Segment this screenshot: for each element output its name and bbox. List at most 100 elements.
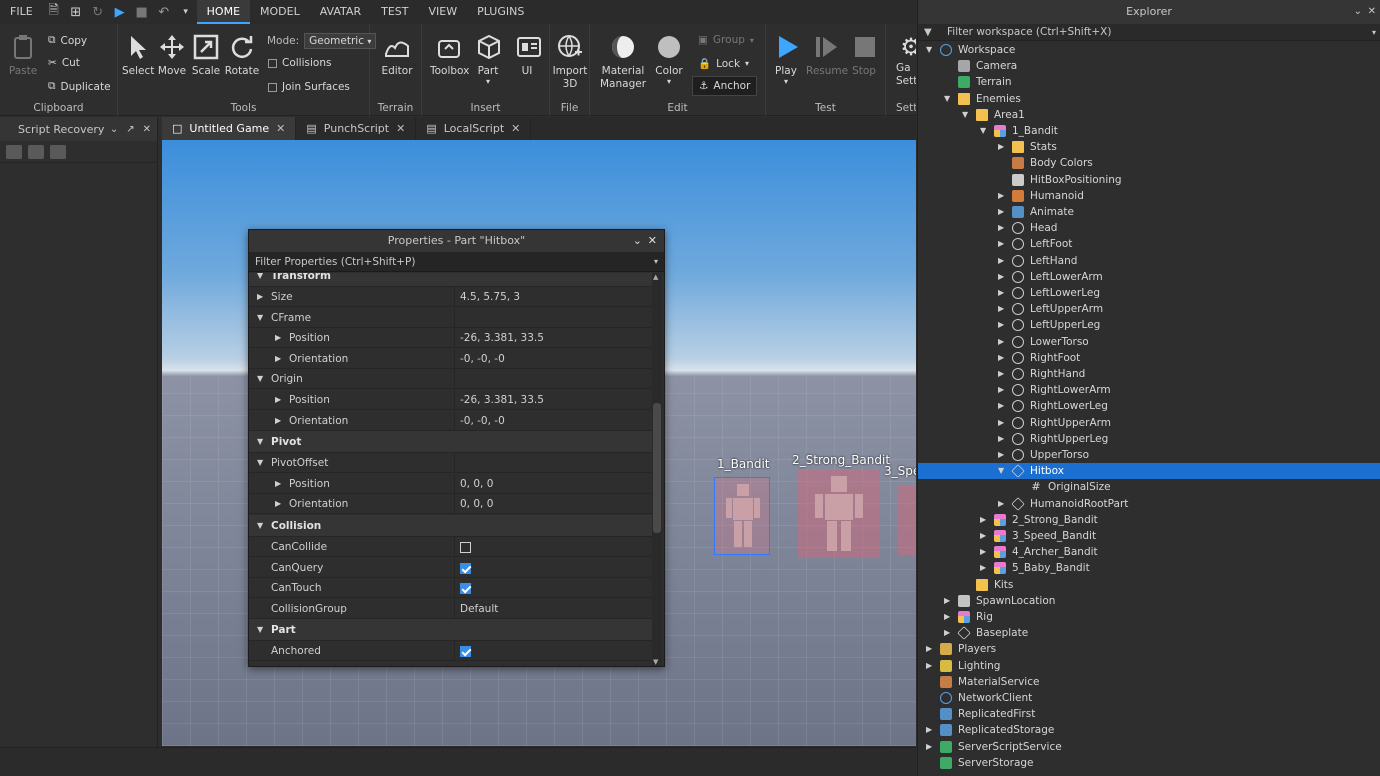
expand-arrow-icon[interactable]: ▶ [944, 625, 950, 641]
undock-icon[interactable]: ↗ [126, 124, 134, 135]
mode-dropdown[interactable]: Geometric ▾ [304, 33, 377, 49]
property-value[interactable]: 0, 0, 0 [454, 494, 652, 515]
explorer-item-baseplate[interactable]: ▶ Baseplate [918, 625, 1380, 641]
property-checkbox[interactable] [460, 542, 471, 553]
rotate-button[interactable]: Rotate [224, 32, 260, 77]
explorer-item-hitboxpositioning[interactable]: HitBoxPositioning [918, 172, 1380, 188]
close-icon[interactable]: ✕ [1368, 0, 1376, 24]
expand-arrow-icon[interactable]: ▶ [275, 328, 281, 348]
explorer-item-lighting[interactable]: ▶ Lighting [918, 658, 1380, 674]
color-dropdown-icon[interactable]: ▾ [652, 77, 686, 86]
file-menu[interactable]: FILE [0, 0, 43, 24]
collapse-arrow-icon[interactable]: ▼ [257, 273, 263, 287]
property-category[interactable]: ▼ Transform [249, 273, 652, 287]
explorer-item-camera[interactable]: Camera [918, 58, 1380, 74]
expand-arrow-icon[interactable]: ▶ [926, 641, 932, 657]
expand-arrow-icon[interactable]: ▶ [275, 474, 281, 494]
expand-arrow-icon[interactable]: ▶ [998, 253, 1004, 269]
explorer-item-body-colors[interactable]: Body Colors [918, 155, 1380, 171]
explorer-item-players[interactable]: ▶ Players [918, 641, 1380, 657]
expand-arrow-icon[interactable]: ▶ [980, 528, 986, 544]
select-button[interactable]: Select [122, 32, 154, 77]
property-row[interactable]: CanQuery [249, 557, 652, 578]
explorer-item-leftlowerarm[interactable]: ▶ LeftLowerArm [918, 269, 1380, 285]
collisions-toggle[interactable]: Collisions [268, 57, 331, 69]
chevron-down-icon[interactable]: ▾ [1372, 24, 1376, 41]
chevron-down-icon[interactable]: ▾ [654, 252, 658, 272]
undo-icon[interactable]: ↶ [153, 0, 175, 24]
property-value[interactable]: -0, -0, -0 [454, 410, 652, 431]
expand-arrow-icon[interactable]: ▶ [998, 285, 1004, 301]
open-folder-icon[interactable] [6, 145, 22, 159]
expand-arrow-icon[interactable]: ▶ [944, 609, 950, 625]
expand-arrow-icon[interactable]: ▶ [926, 739, 932, 755]
properties-scrollbar[interactable]: ▲ ▼ [652, 273, 662, 666]
property-row[interactable]: CanCollide [249, 537, 652, 557]
property-row[interactable]: ▶ Position -26, 3.381, 33.5 [249, 328, 652, 349]
explorer-item-animate[interactable]: ▶ Animate [918, 204, 1380, 220]
close-icon[interactable]: ✕ [276, 122, 285, 135]
duplicate-button[interactable]: ⧉ Duplicate [48, 80, 111, 93]
chevron-down-icon[interactable]: ⌄ [633, 230, 642, 252]
collapse-arrow-icon[interactable]: ▼ [926, 42, 932, 58]
explorer-filter-input[interactable]: ▼ Filter workspace (Ctrl+Shift+X) ▾ [918, 24, 1380, 41]
tab-untitled-game[interactable]: □ Untitled Game ✕ [162, 117, 297, 140]
property-row[interactable]: ▶ Orientation -0, -0, -0 [249, 348, 652, 369]
expand-arrow-icon[interactable]: ▶ [980, 512, 986, 528]
open-file-icon[interactable]: ⊞ [65, 0, 87, 24]
property-checkbox-cell[interactable] [454, 537, 652, 557]
explorer-item-uppertorso[interactable]: ▶ UpperTorso [918, 447, 1380, 463]
expand-arrow-icon[interactable]: ▶ [998, 269, 1004, 285]
collisions-checkbox[interactable] [268, 58, 277, 68]
tab-punchscript[interactable]: ▤ PunchScript ✕ [296, 117, 417, 140]
explorer-item-rightupperarm[interactable]: ▶ RightUpperArm [918, 415, 1380, 431]
explorer-item-rightlowerleg[interactable]: ▶ RightLowerLeg [918, 398, 1380, 414]
properties-titlebar[interactable]: Properties - Part "Hitbox" ⌄ ✕ [249, 230, 664, 252]
copy-button[interactable]: ⧉ Copy [48, 34, 87, 47]
cut-button[interactable]: ✂ Cut [48, 57, 80, 69]
explorer-item-2-strong-bandit[interactable]: ▶ 2_Strong_Bandit [918, 512, 1380, 528]
move-button[interactable]: Move [156, 32, 188, 77]
property-row[interactable]: CanTouch [249, 578, 652, 599]
join-surfaces-checkbox[interactable] [268, 82, 277, 92]
tab-avatar[interactable]: AVATAR [310, 0, 371, 24]
explorer-item-5-baby-bandit[interactable]: ▶ 5_Baby_Bandit [918, 560, 1380, 576]
lock-button[interactable]: 🔒 Lock ▾ [698, 57, 749, 71]
customize-quick-icon[interactable]: ▾ [175, 0, 197, 24]
property-value[interactable]: 4.5, 5.75, 3 [454, 287, 652, 307]
explorer-item-head[interactable]: ▶ Head [918, 220, 1380, 236]
new-file-icon[interactable]: 🗎 [43, 0, 65, 24]
explorer-item-lowertorso[interactable]: ▶ LowerTorso [918, 334, 1380, 350]
explorer-item-humanoid[interactable]: ▶ Humanoid [918, 188, 1380, 204]
scale-button[interactable]: Scale [190, 32, 222, 77]
expand-arrow-icon[interactable]: ▶ [257, 287, 263, 307]
explorer-item-1-bandit[interactable]: ▼ 1_Bandit [918, 123, 1380, 139]
expand-arrow-icon[interactable]: ▶ [998, 204, 1004, 220]
expand-arrow-icon[interactable]: ▶ [275, 349, 281, 369]
explorer-item-serverstorage[interactable]: ServerStorage [918, 755, 1380, 771]
close-icon[interactable]: ✕ [143, 124, 151, 135]
explorer-item-originalsize[interactable]: # OriginalSize [918, 479, 1380, 495]
explorer-item-rightlowerarm[interactable]: ▶ RightLowerArm [918, 382, 1380, 398]
expand-arrow-icon[interactable]: ▶ [998, 398, 1004, 414]
property-value[interactable]: -26, 3.381, 33.5 [454, 390, 652, 410]
explorer-item-rightupperleg[interactable]: ▶ RightUpperLeg [918, 431, 1380, 447]
tab-home[interactable]: HOME [196, 0, 251, 24]
property-checkbox[interactable] [460, 583, 471, 595]
property-row[interactable]: ▼ PivotOffset [249, 453, 652, 474]
property-value[interactable]: Default [454, 598, 652, 619]
expand-arrow-icon[interactable]: ▶ [998, 220, 1004, 236]
explorer-item-leftfoot[interactable]: ▶ LeftFoot [918, 236, 1380, 252]
explorer-item-materialservice[interactable]: MaterialService [918, 674, 1380, 690]
speed-bandit-hitbox[interactable] [898, 485, 916, 555]
property-category[interactable]: ▼ Collision [249, 515, 652, 537]
toolbox-button[interactable]: Toolbox [430, 32, 469, 77]
property-row[interactable]: Anchored [249, 641, 652, 662]
tab-model[interactable]: MODEL [250, 0, 310, 24]
property-checkbox-cell[interactable] [454, 557, 652, 578]
expand-arrow-icon[interactable]: ▶ [926, 658, 932, 674]
explorer-item-humanoidrootpart[interactable]: ▶ HumanoidRootPart [918, 496, 1380, 512]
scroll-down-icon[interactable]: ▼ [653, 658, 658, 666]
expand-arrow-icon[interactable]: ▶ [998, 317, 1004, 333]
hitbox-selection[interactable] [714, 477, 770, 555]
